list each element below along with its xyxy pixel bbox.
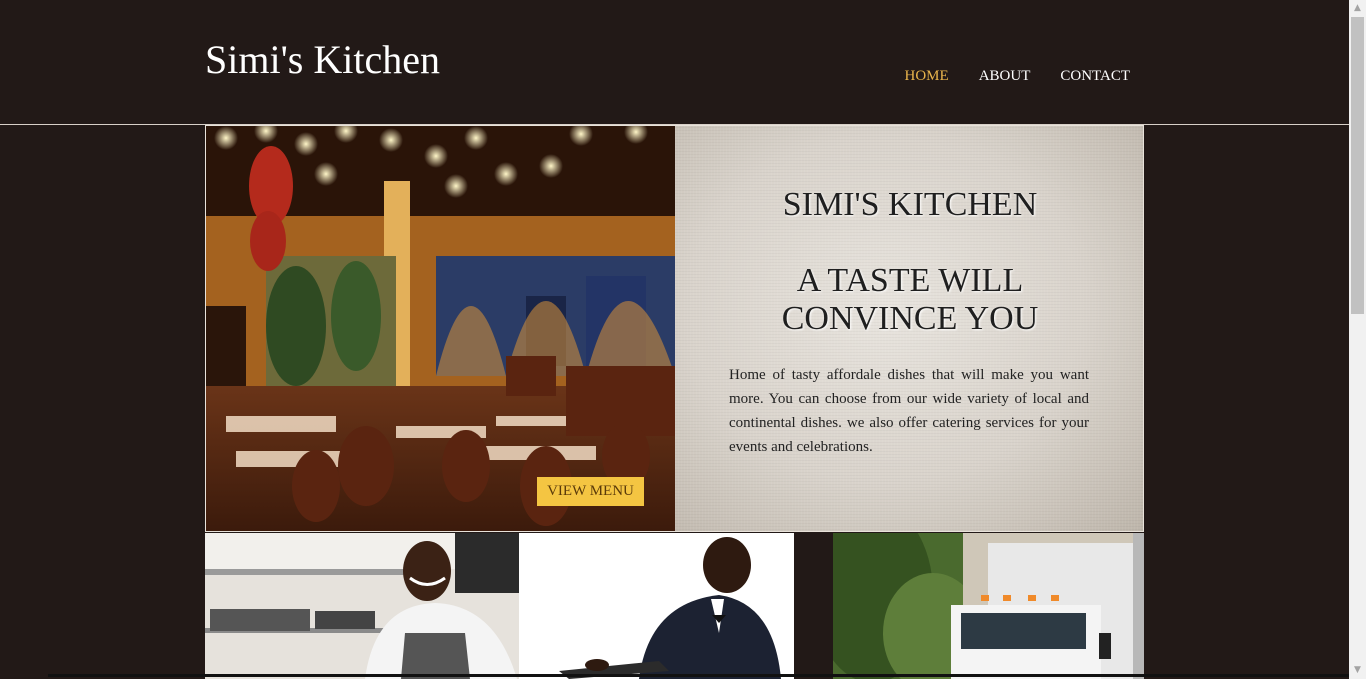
scrollbar-thumb[interactable] [1351,17,1364,314]
delivery-truck-image [833,533,1144,679]
hero-section: VIEW MENU SIMI'S KITCHEN A TASTE WILL CO… [205,125,1144,532]
site-logo-text[interactable]: Simi's Kitchen [205,38,440,82]
scroll-up-icon[interactable]: ▲ [1349,0,1366,17]
hero-description: Home of tasty affordale dishes that will… [729,367,1089,455]
delivery-truck-photo [833,533,1144,679]
restaurant-interior-photo: VIEW MENU [206,126,675,531]
nav-about-link[interactable]: ABOUT [979,68,1031,84]
waiter-photo [519,533,794,679]
nav-home-link[interactable]: HOME [905,68,949,84]
hero-text-panel: SIMI'S KITCHEN A TASTE WILL CONVINCE YOU… [675,126,1143,531]
scroll-down-icon[interactable]: ▼ [1349,662,1366,679]
view-menu-button[interactable]: VIEW MENU [537,477,644,506]
restaurant-interior-image [206,126,675,531]
waiter-image [519,533,794,679]
bottom-border [48,674,1349,677]
vertical-scrollbar[interactable]: ▲ ▼ [1349,0,1366,679]
chef-photo [205,533,519,679]
site-header: Simi's Kitchen HOME ABOUT CONTACT [0,0,1349,125]
chef-image [205,533,519,679]
nav-contact-link[interactable]: CONTACT [1060,68,1130,84]
hero-title: SIMI'S KITCHEN [782,186,1038,223]
main-nav: HOME ABOUT CONTACT [905,68,1130,84]
hero-tagline: A TASTE WILL CONVINCE YOU [781,262,1039,337]
